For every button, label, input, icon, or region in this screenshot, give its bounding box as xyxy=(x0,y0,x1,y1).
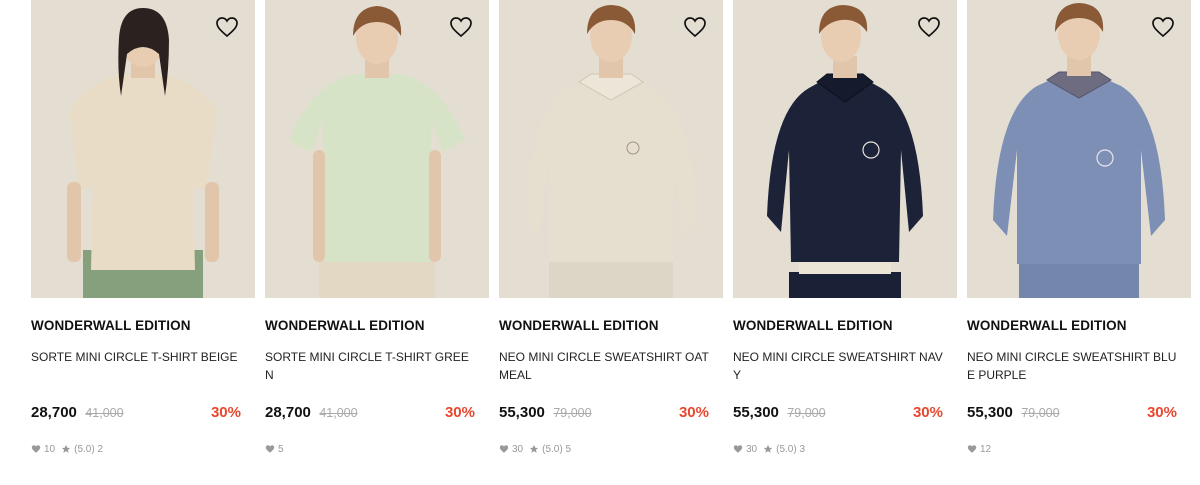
product-meta: 30 (5.0) 3 xyxy=(733,442,811,456)
rating: (5.0) 3 xyxy=(763,444,805,455)
rating-value: (5.0) 5 xyxy=(542,443,572,455)
product-card[interactable]: WONDERWALL EDITION NEO MINI CIRCLE SWEAT… xyxy=(967,0,1191,470)
like-count: 10 xyxy=(31,444,55,455)
product-brand[interactable]: WONDERWALL EDITION xyxy=(967,318,1127,333)
product-name[interactable]: SORTE MINI CIRCLE T-SHIRT BEIGE xyxy=(31,348,243,366)
product-meta: 10 (5.0) 2 xyxy=(31,442,109,456)
product-photo xyxy=(967,0,1191,298)
product-meta: 12 xyxy=(967,442,997,456)
product-brand[interactable]: WONDERWALL EDITION xyxy=(499,318,659,333)
like-count: 5 xyxy=(265,444,284,455)
product-meta: 30 (5.0) 5 xyxy=(499,442,577,456)
product-name[interactable]: SORTE MINI CIRCLE T-SHIRT GREEN xyxy=(265,348,477,384)
pants xyxy=(789,272,901,298)
product-card[interactable]: WONDERWALL EDITION SORTE MINI CIRCLE T-S… xyxy=(265,0,489,470)
discount-rate: 30% xyxy=(912,404,943,421)
discount-rate: 30% xyxy=(678,404,709,421)
product-brand[interactable]: WONDERWALL EDITION xyxy=(733,318,893,333)
like-count: 30 xyxy=(499,444,523,455)
product-image[interactable] xyxy=(265,0,489,298)
like-count-value: 10 xyxy=(44,443,56,455)
product-brand[interactable]: WONDERWALL EDITION xyxy=(265,318,425,333)
rating: (5.0) 5 xyxy=(529,444,571,455)
product-photo xyxy=(265,0,489,298)
original-price: 79,000 xyxy=(787,406,826,420)
like-count: 30 xyxy=(733,444,757,455)
rating-value: (5.0) 2 xyxy=(74,443,104,455)
product-image[interactable] xyxy=(31,0,255,298)
price-row: 55,300 79,000 30% xyxy=(499,404,709,424)
garment xyxy=(993,76,1165,264)
original-price: 41,000 xyxy=(319,406,358,420)
star-icon xyxy=(529,444,539,453)
heart-icon xyxy=(265,445,275,453)
product-name[interactable]: NEO MINI CIRCLE SWEATSHIRT OATMEAL xyxy=(499,348,711,384)
wishlist-heart-icon[interactable] xyxy=(215,16,239,38)
like-count-value: 12 xyxy=(980,443,992,455)
wishlist-heart-icon[interactable] xyxy=(917,16,941,38)
sale-price: 28,700 xyxy=(265,404,311,421)
product-photo xyxy=(733,0,957,298)
original-price: 79,000 xyxy=(553,406,592,420)
product-photo xyxy=(499,0,723,298)
heart-icon xyxy=(733,445,743,453)
product-photo xyxy=(31,0,255,298)
product-name[interactable]: NEO MINI CIRCLE SWEATSHIRT NAVY xyxy=(733,348,945,384)
sale-price: 55,300 xyxy=(733,404,779,421)
price-row: 55,300 79,000 30% xyxy=(733,404,943,424)
heart-icon xyxy=(499,445,509,453)
pants xyxy=(549,262,673,298)
discount-rate: 30% xyxy=(1146,404,1177,421)
like-count: 12 xyxy=(967,444,991,455)
discount-rate: 30% xyxy=(444,404,475,421)
sale-price: 28,700 xyxy=(31,404,77,421)
heart-icon xyxy=(967,445,977,453)
wishlist-heart-icon[interactable] xyxy=(1151,16,1175,38)
product-image[interactable] xyxy=(733,0,957,298)
like-count-value: 5 xyxy=(278,443,284,455)
original-price: 41,000 xyxy=(85,406,124,420)
price-row: 55,300 79,000 30% xyxy=(967,404,1177,424)
price-row: 28,700 41,000 30% xyxy=(31,404,241,424)
wishlist-heart-icon[interactable] xyxy=(683,16,707,38)
product-image[interactable] xyxy=(967,0,1191,298)
garment xyxy=(525,78,697,262)
discount-rate: 30% xyxy=(210,404,241,421)
rating-value: (5.0) 3 xyxy=(776,443,806,455)
sale-price: 55,300 xyxy=(967,404,1013,421)
pants xyxy=(1019,262,1139,298)
star-icon xyxy=(763,444,773,453)
product-image[interactable] xyxy=(499,0,723,298)
product-card[interactable]: WONDERWALL EDITION NEO MINI CIRCLE SWEAT… xyxy=(499,0,723,470)
rating: (5.0) 2 xyxy=(61,444,103,455)
product-meta: 5 xyxy=(265,442,290,456)
product-name[interactable]: NEO MINI CIRCLE SWEATSHIRT BLUE PURPLE xyxy=(967,348,1179,384)
product-brand[interactable]: WONDERWALL EDITION xyxy=(31,318,191,333)
like-count-value: 30 xyxy=(512,443,524,455)
sale-price: 55,300 xyxy=(499,404,545,421)
star-icon xyxy=(61,444,71,453)
price-row: 28,700 41,000 30% xyxy=(265,404,475,424)
wishlist-heart-icon[interactable] xyxy=(449,16,473,38)
heart-icon xyxy=(31,445,41,453)
product-card[interactable]: WONDERWALL EDITION NEO MINI CIRCLE SWEAT… xyxy=(733,0,957,470)
product-card[interactable]: WONDERWALL EDITION SORTE MINI CIRCLE T-S… xyxy=(31,0,255,470)
like-count-value: 30 xyxy=(746,443,758,455)
original-price: 79,000 xyxy=(1021,406,1060,420)
product-grid: WONDERWALL EDITION SORTE MINI CIRCLE T-S… xyxy=(0,0,1200,485)
